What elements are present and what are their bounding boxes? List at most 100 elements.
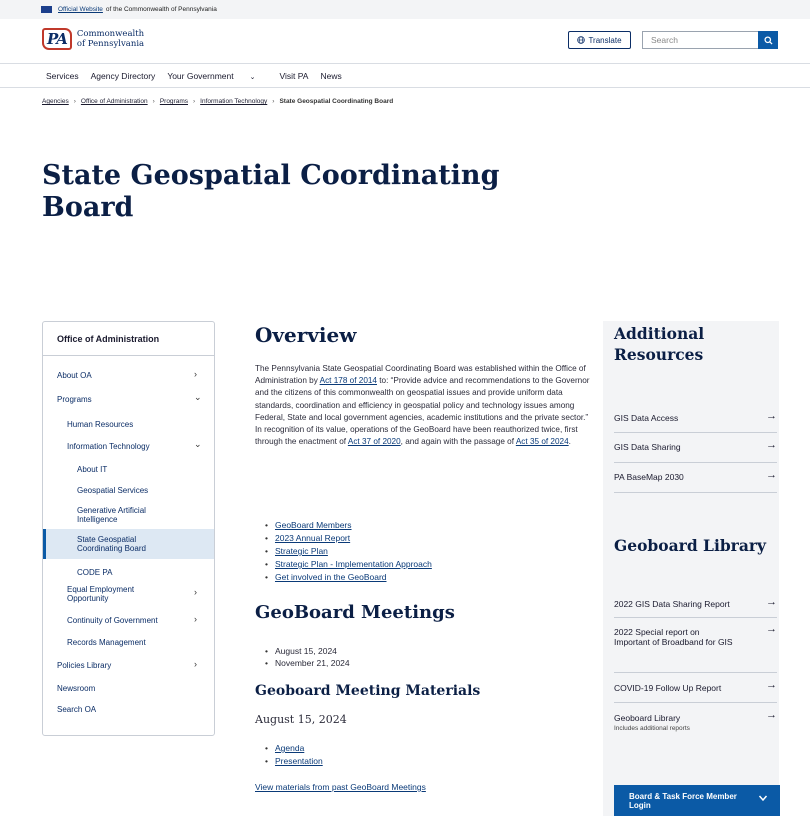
chevron-down-icon: ⌄ <box>194 439 202 449</box>
resource-label: GIS Data Sharing <box>614 442 681 452</box>
sidebar-item-information-technology[interactable]: Information Technology ⌄ <box>43 440 214 454</box>
translate-label: Translate <box>588 35 622 45</box>
sidebar-item-about-oa[interactable]: About OA › <box>43 369 214 383</box>
chevron-right-icon: › <box>194 614 197 624</box>
sidebar-item-label: About IT <box>77 465 108 474</box>
list-item: Get involved in the GeoBoard <box>265 571 432 584</box>
nav-news[interactable]: News <box>320 71 341 81</box>
member-login-label: Board & Task Force Member Login <box>629 792 737 810</box>
geoboard-library-link[interactable]: Geoboard Library Includes additional rep… <box>614 703 777 743</box>
sidebar-item-equal-employment-opportunity[interactable]: Equal Employment Opportunity › <box>43 583 214 605</box>
search-button[interactable] <box>758 31 778 49</box>
overview-text-2: to: “Provide advice and recommendations … <box>255 376 590 447</box>
broadband-report-link[interactable]: 2022 Special report on Important of Broa… <box>614 618 777 673</box>
breadcrumb-separator-icon: › <box>73 98 76 105</box>
pa-basemap-link[interactable]: PA BaseMap 2030 → <box>614 463 777 493</box>
nav-visit-pa[interactable]: Visit PA <box>280 71 309 81</box>
logo-line-2: of Pennsylvania <box>76 39 145 49</box>
implementation-approach-link[interactable]: Strategic Plan - Implementation Approach <box>275 559 432 569</box>
pa-logo[interactable]: PA Commonwealth of Pennsylvania <box>42 28 144 50</box>
logo-line-1: Commonwealth <box>76 29 145 39</box>
sidebar-item-generative-ai[interactable]: Generative Artificial Intelligence <box>43 504 214 526</box>
arrow-right-icon: → <box>766 596 777 608</box>
pa-logo-text: Commonwealth of Pennsylvania <box>77 29 144 49</box>
covid-report-link[interactable]: COVID-19 Follow Up Report → <box>614 673 777 703</box>
data-sharing-report-link[interactable]: 2022 GIS Data Sharing Report → <box>614 591 777 618</box>
sidebar-item-about-it[interactable]: About IT <box>43 463 214 477</box>
list-item: Strategic Plan <box>265 545 432 558</box>
materials-links: Agenda Presentation <box>265 742 323 768</box>
get-involved-link[interactable]: Get involved in the GeoBoard <box>275 572 387 582</box>
library-label: 2022 Special report on Important of Broa… <box>614 627 733 647</box>
sidebar-item-label: Generative Artificial Intelligence <box>77 506 146 524</box>
breadcrumb-current: State Geospatial Coordinating Board <box>279 98 394 105</box>
overview-paragraph: The Pennsylvania State Geospatial Coordi… <box>255 363 595 448</box>
strategic-plan-link[interactable]: Strategic Plan <box>275 546 328 556</box>
list-item: Strategic Plan - Implementation Approach <box>265 558 432 571</box>
translate-button[interactable]: Translate <box>568 31 631 49</box>
nav-agency-directory[interactable]: Agency Directory <box>91 71 156 81</box>
presentation-link[interactable]: Presentation <box>275 756 323 766</box>
sidebar-item-programs[interactable]: Programs ⌄ <box>43 393 214 407</box>
library-label: COVID-19 Follow Up Report <box>614 683 722 693</box>
official-website-link[interactable]: Official Website <box>58 6 103 13</box>
gis-data-access-link[interactable]: GIS Data Access → <box>614 405 777 433</box>
sidebar-item-label: Continuity of Government <box>67 616 158 625</box>
search-placeholder: Search <box>651 35 678 45</box>
geoboard-members-link[interactable]: GeoBoard Members <box>275 520 352 530</box>
sidebar-item-policies-library[interactable]: Policies Library › <box>43 659 214 673</box>
breadcrumb-office-of-administration[interactable]: Office of Administration <box>81 98 148 105</box>
materials-heading: Geoboard Meeting Materials <box>255 683 481 699</box>
breadcrumb-separator-icon: › <box>152 98 155 105</box>
nav-your-government[interactable]: Your Government ⌄ <box>167 71 267 81</box>
sidebar-item-label: Information Technology <box>67 442 150 451</box>
sidebar-item-label: Newsroom <box>57 684 96 693</box>
arrow-right-icon: → <box>766 623 777 635</box>
member-login-button[interactable]: Board & Task Force Member Login <box>614 785 780 816</box>
right-sidebar: Additional Resources GIS Data Access → G… <box>603 321 780 816</box>
breadcrumb: Agencies › Office of Administration › Pr… <box>42 98 393 105</box>
search-input[interactable]: Search <box>642 31 758 49</box>
site-header: PA Commonwealth of Pennsylvania Translat… <box>0 19 810 64</box>
sidebar-item-human-resources[interactable]: Human Resources <box>43 418 214 432</box>
geoboard-library-heading: Geoboard Library <box>614 536 767 555</box>
sidebar-item-label: Equal Employment Opportunity <box>67 585 135 603</box>
sidebar-item-label: Programs <box>57 395 92 404</box>
library-sublabel: Includes additional reports <box>614 725 690 732</box>
act-35-link[interactable]: Act 35 of 2024 <box>516 437 569 446</box>
sidebar-item-geospatial-services[interactable]: Geospatial Services <box>43 484 214 498</box>
chevron-right-icon: › <box>194 587 197 597</box>
gis-data-sharing-link[interactable]: GIS Data Sharing → <box>614 433 777 463</box>
arrow-right-icon: → <box>766 410 777 422</box>
sidebar-item-state-geospatial-coordinating-board[interactable]: State Geospatial Coordinating Board <box>43 529 214 559</box>
breadcrumb-programs[interactable]: Programs <box>160 98 188 105</box>
sidebar-item-code-pa[interactable]: CODE PA <box>43 566 214 580</box>
page-title: State Geospatial Coordinating Board <box>42 160 500 223</box>
arrow-right-icon: → <box>766 679 777 691</box>
overview-links: GeoBoard Members 2023 Annual Report Stra… <box>265 519 432 584</box>
annual-report-link[interactable]: 2023 Annual Report <box>275 533 350 543</box>
agenda-link[interactable]: Agenda <box>275 743 304 753</box>
sidebar-item-label: CODE PA <box>77 568 113 577</box>
act-37-link[interactable]: Act 37 of 2020 <box>348 437 401 446</box>
list-item: GeoBoard Members <box>265 519 432 532</box>
past-meetings-link[interactable]: View materials from past GeoBoard Meetin… <box>255 782 426 792</box>
sidebar-item-label: Geospatial Services <box>77 486 149 495</box>
sidebar-item-records-management[interactable]: Records Management <box>43 636 214 650</box>
library-label: 2022 GIS Data Sharing Report <box>614 599 730 609</box>
chevron-down-icon: ⌄ <box>249 73 256 81</box>
breadcrumb-information-technology[interactable]: Information Technology <box>200 98 267 105</box>
resource-label: GIS Data Access <box>614 413 679 423</box>
sidebar-item-search-oa[interactable]: Search OA <box>43 703 214 717</box>
act-178-link[interactable]: Act 178 of 2014 <box>320 376 377 385</box>
sidebar-heading[interactable]: Office of Administration <box>43 322 214 356</box>
search-icon <box>763 35 773 45</box>
breadcrumb-separator-icon: › <box>272 98 275 105</box>
us-flag-icon <box>41 6 52 13</box>
library-label: Geoboard Library <box>614 713 681 723</box>
nav-services[interactable]: Services <box>46 71 79 81</box>
sidebar-item-newsroom[interactable]: Newsroom <box>43 682 214 696</box>
sidebar-item-label: Policies Library <box>57 661 112 670</box>
sidebar-item-continuity-of-government[interactable]: Continuity of Government › <box>43 614 214 628</box>
breadcrumb-agencies[interactable]: Agencies <box>42 98 69 105</box>
